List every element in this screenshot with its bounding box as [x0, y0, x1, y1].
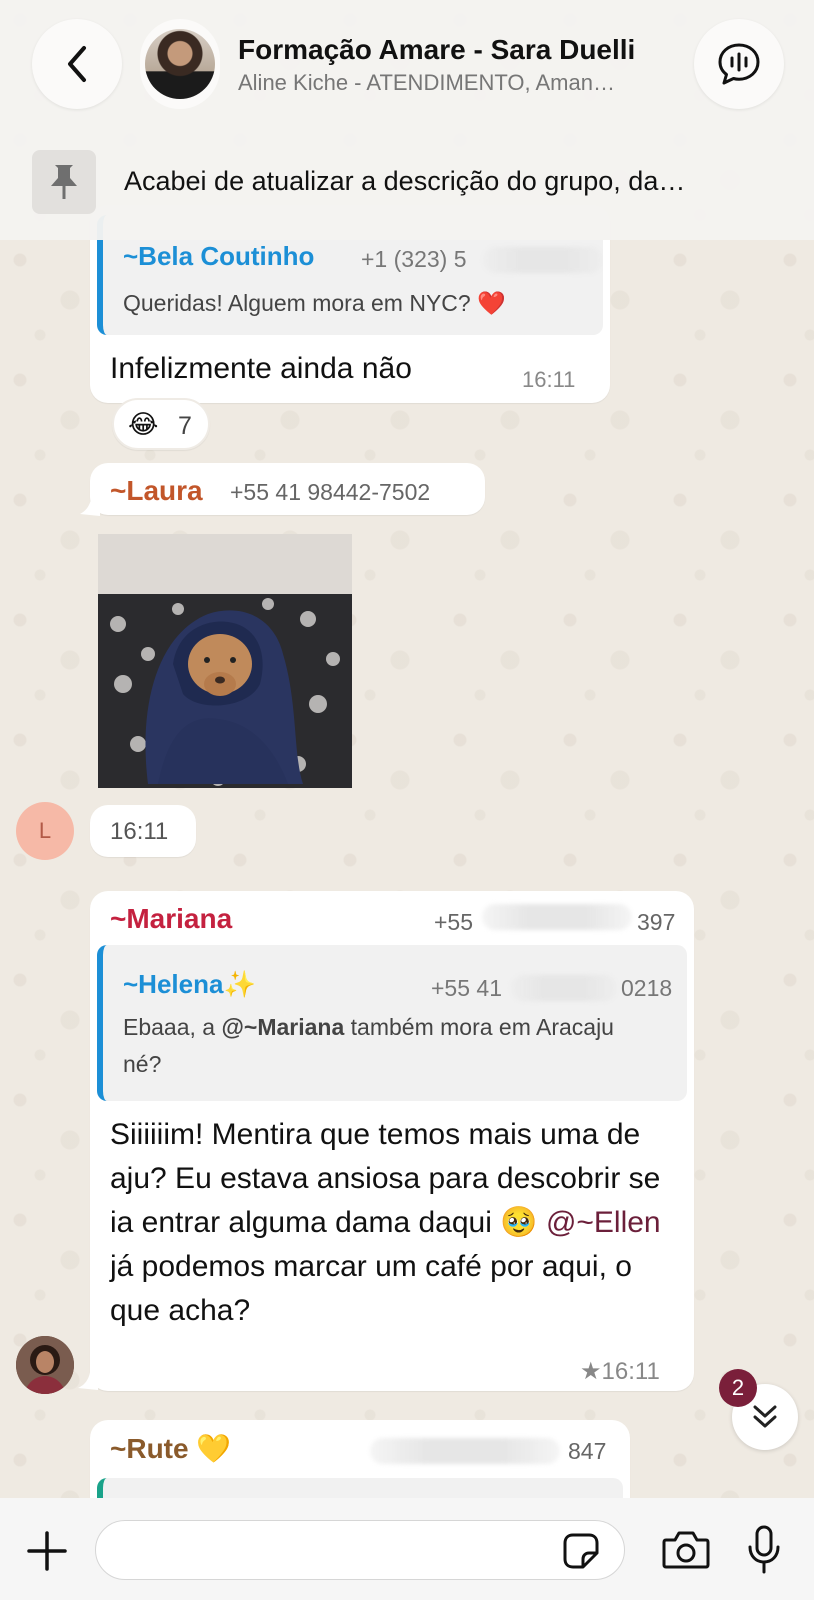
message-text: Infelizmente ainda não [110, 352, 412, 385]
sender-avatar[interactable] [16, 1336, 74, 1394]
quoted-author: ~Bela Coutinho [123, 241, 315, 271]
quoted-author-phone: +1 (323) 5 [361, 246, 467, 272]
sticker-image[interactable] [98, 534, 352, 788]
avatar-letter: L [38, 818, 52, 843]
sender-name[interactable]: ~Mariana [110, 903, 232, 935]
sender-phone-end: 397 [637, 909, 676, 935]
pin-icon [51, 165, 77, 199]
bubble-tail [78, 1362, 98, 1390]
pin-icon-box [32, 150, 96, 214]
message-input[interactable] [95, 1520, 625, 1580]
redacted-phone [482, 904, 632, 930]
reaction-pill[interactable]: 😂 7 [112, 398, 210, 450]
quoted-author-phone: +55 41 [431, 975, 502, 1001]
microphone-icon [748, 1525, 780, 1574]
sender-name[interactable]: ~Rute 💛 [110, 1432, 231, 1465]
sticker-time-bubble: 16:11 [90, 805, 196, 857]
sender-phone: +55 41 98442-7502 [230, 479, 431, 505]
camera-icon [662, 1531, 710, 1569]
mention-link[interactable]: @~Ellen [546, 1206, 661, 1239]
message-time: ★16:11 [580, 1358, 660, 1385]
attach-button[interactable] [22, 1526, 72, 1576]
chat-header: Formação Amare - Sara Duelli Aline Kiche… [0, 0, 814, 240]
composer-bar [0, 1498, 814, 1600]
plus-icon [27, 1531, 67, 1571]
group-avatar-image [145, 29, 215, 99]
quoted-author: ~Helena✨ [123, 969, 256, 999]
quoted-message[interactable]: ~Helena✨ +55 41 0218 Ebaaa, a @~Mariana … [97, 945, 687, 1101]
chevron-left-icon [68, 46, 86, 82]
sender-header-bubble: ~Laura +55 41 98442-7502 [90, 463, 485, 515]
sticker-button[interactable] [558, 1528, 604, 1574]
message-bubble[interactable]: ~Rute 💛 847 [90, 1420, 630, 1510]
redacted-phone [370, 1438, 560, 1464]
back-button[interactable] [32, 19, 122, 109]
redacted-phone [511, 975, 617, 1001]
message-bubble[interactable]: ~Mariana +55 397 ~Helena✨ +55 41 0218 Eb… [90, 891, 694, 1391]
message-text: Siiiiiim! Mentira que temos mais uma de … [110, 1118, 661, 1327]
message-time: 16:11 [522, 367, 576, 392]
camera-button[interactable] [660, 1524, 712, 1576]
quoted-text: Queridas! Alguem mora em NYC? ❤️ [123, 290, 506, 316]
chat-title[interactable]: Formação Amare - Sara Duelli [238, 34, 678, 66]
sticker-icon [563, 1533, 599, 1569]
voice-chat-button[interactable] [694, 19, 784, 109]
quoted-text: Ebaaa, a @~Mariana também mora em Aracaj… [123, 1014, 614, 1077]
bubble-tail [80, 490, 100, 516]
microphone-button[interactable] [738, 1520, 790, 1580]
pinned-message-text: Acabei de atualizar a descrição do grupo… [124, 166, 686, 196]
dog-sticker [98, 534, 352, 788]
redacted-phone [483, 247, 603, 273]
group-avatar[interactable] [140, 19, 220, 109]
sender-name[interactable]: ~Laura [110, 475, 203, 507]
avatar-photo [16, 1336, 74, 1394]
double-chevron-down-icon [753, 1405, 777, 1428]
sender-avatar[interactable]: L [16, 802, 74, 860]
sender-phone-end: 847 [568, 1438, 607, 1464]
chat-members[interactable]: Aline Kiche - ATENDIMENTO, Aman… [238, 70, 668, 96]
reaction-emoji: 😂 [128, 409, 159, 439]
voice-chat-icon [718, 43, 760, 85]
unread-count-badge: 2 [719, 1369, 757, 1407]
sender-phone: +55 [434, 909, 474, 935]
reaction-count: 7 [178, 412, 192, 440]
pinned-message-bar[interactable]: Acabei de atualizar a descrição do grupo… [0, 140, 814, 232]
message-time: 16:11 [110, 818, 169, 845]
quoted-phone-end: 0218 [621, 975, 673, 1001]
quoted-mention[interactable]: @~Mariana [221, 1014, 344, 1040]
